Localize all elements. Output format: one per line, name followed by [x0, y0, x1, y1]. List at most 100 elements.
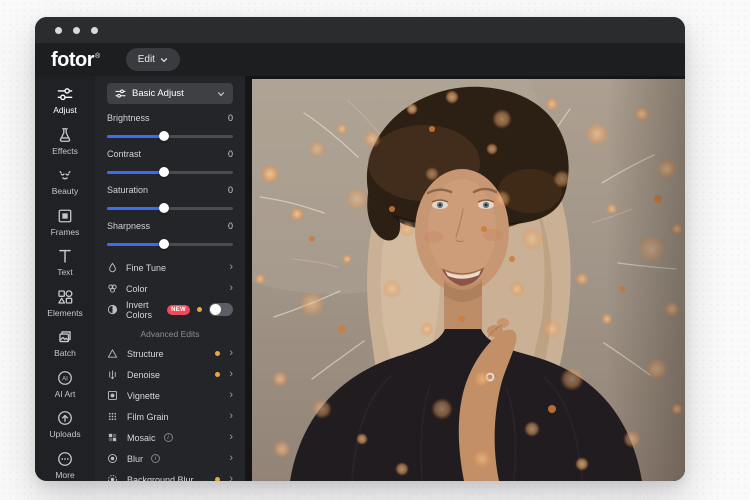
more-icon — [57, 451, 73, 467]
menu-row-label: Invert Colors — [126, 300, 153, 320]
canvas-area[interactable] — [245, 76, 685, 481]
sidebar-item-effects[interactable]: Effects — [52, 127, 78, 155]
basic-adjust-accordion-header[interactable]: Basic Adjust — [107, 83, 233, 104]
accordion-title: Basic Adjust — [132, 88, 184, 99]
effects-flask-icon — [57, 127, 73, 143]
menu-row-label: Vignette — [127, 391, 160, 401]
menu-row-mosaic[interactable]: Mosaic i › — [107, 427, 233, 448]
chevron-right-icon: › — [229, 262, 233, 273]
brightness-slider[interactable] — [107, 131, 233, 141]
slider-thumb[interactable] — [159, 131, 169, 141]
menu-row-color[interactable]: Color › — [107, 278, 233, 299]
app-header: fotor® Edit — [35, 43, 685, 76]
sidebar-item-label: Batch — [54, 348, 76, 358]
tool-sidebar: Adjust Effects Beauty Frames Text Elemen — [35, 76, 95, 481]
menu-row-fine-tune[interactable]: Fine Tune › — [107, 257, 233, 278]
sidebar-item-more[interactable]: More — [55, 451, 74, 479]
denoise-icon — [107, 369, 118, 380]
sidebar-item-batch[interactable]: Batch — [54, 329, 76, 357]
batch-icon — [57, 329, 73, 345]
slider-group-brightness: Brightness0 — [107, 112, 233, 141]
menu-row-label: Denoise — [127, 370, 160, 380]
slider-label: Brightness — [107, 113, 150, 123]
sidebar-item-label: AI Art — [55, 389, 76, 399]
slider-thumb[interactable] — [159, 203, 169, 213]
menu-row-label: Mosaic — [127, 433, 156, 443]
menu-row-vignette[interactable]: Vignette › — [107, 385, 233, 406]
section-label-advanced-edits: Advanced Edits — [107, 329, 233, 340]
traffic-light-dot[interactable] — [55, 27, 62, 34]
film-grain-icon — [107, 411, 118, 422]
sidebar-item-label: Elements — [47, 308, 82, 318]
portrait-photo-svg — [252, 79, 685, 481]
edit-menu-label: Edit — [138, 54, 155, 65]
menu-row-background-blur[interactable]: Background Blur › — [107, 469, 233, 481]
sharpness-slider[interactable] — [107, 239, 233, 249]
sidebar-item-label: Adjust — [53, 105, 77, 115]
chevron-right-icon: › — [229, 474, 233, 481]
sidebar-item-uploads[interactable]: Uploads — [49, 410, 80, 438]
slider-group-saturation: Saturation 0 — [107, 184, 233, 213]
frames-icon — [57, 208, 73, 224]
slider-thumb[interactable] — [159, 167, 169, 177]
background-blur-icon — [107, 474, 118, 481]
beauty-face-icon — [57, 167, 73, 183]
traffic-light-dot[interactable] — [91, 27, 98, 34]
chevron-right-icon: › — [229, 348, 233, 359]
slider-value: 0 — [228, 185, 233, 195]
new-badge: NEW — [167, 305, 190, 315]
edit-menu-button[interactable]: Edit — [126, 48, 180, 71]
info-icon[interactable]: i — [164, 433, 173, 442]
sidebar-item-text[interactable]: Text — [57, 248, 73, 276]
slider-label: Saturation — [107, 185, 148, 195]
saturation-slider[interactable] — [107, 203, 233, 213]
sidebar-item-elements[interactable]: Elements — [47, 289, 82, 317]
slider-label: Sharpness — [107, 221, 150, 231]
structure-triangle-icon — [107, 348, 118, 359]
slider-group-sharpness: Sharpness0 — [107, 220, 233, 249]
sidebar-item-ai-art[interactable]: AI AI Art — [55, 370, 76, 398]
yellow-indicator-dot — [215, 351, 220, 356]
vignette-icon — [107, 390, 118, 401]
sidebar-item-adjust[interactable]: Adjust — [53, 86, 77, 114]
fotor-logo[interactable]: fotor® — [51, 50, 100, 70]
sidebar-item-frames[interactable]: Frames — [51, 208, 80, 236]
sidebar-item-label: More — [55, 470, 74, 480]
advanced-edits-list: Structure › Denoise › Vignette › — [107, 343, 233, 481]
info-icon[interactable]: i — [151, 454, 160, 463]
registered-mark: ® — [95, 53, 100, 60]
slider-thumb[interactable] — [159, 239, 169, 249]
sidebar-item-label: Frames — [51, 227, 80, 237]
window-body: Adjust Effects Beauty Frames Text Elemen — [35, 76, 685, 481]
blur-icon — [107, 453, 118, 464]
menu-row-denoise[interactable]: Denoise › — [107, 364, 233, 385]
invert-contrast-icon — [107, 304, 118, 315]
toggle-knob — [210, 304, 221, 315]
contrast-slider[interactable] — [107, 167, 233, 177]
logo-text: fotor — [51, 49, 94, 71]
sidebar-item-beauty[interactable]: Beauty — [52, 167, 78, 195]
uploads-icon — [57, 410, 73, 426]
chevron-right-icon: › — [229, 369, 233, 380]
chevron-right-icon: › — [229, 390, 233, 401]
menu-row-label: Film Grain — [127, 412, 169, 422]
yellow-indicator-dot — [215, 372, 220, 377]
traffic-light-dot[interactable] — [73, 27, 80, 34]
menu-row-label: Blur — [127, 454, 143, 464]
mosaic-icon — [107, 432, 118, 443]
edited-photo — [252, 79, 685, 481]
chevron-right-icon: › — [229, 283, 233, 294]
ai-art-icon: AI — [57, 370, 73, 386]
menu-row-invert-colors[interactable]: Invert Colors NEW — [107, 299, 233, 320]
menu-row-structure[interactable]: Structure › — [107, 343, 233, 364]
droplet-icon — [107, 262, 118, 273]
adjust-sliders-icon — [57, 86, 73, 102]
invert-colors-toggle[interactable] — [209, 303, 233, 316]
menu-row-label: Background Blur — [127, 475, 194, 482]
sidebar-item-label: Uploads — [49, 429, 80, 439]
sliders-icon — [115, 88, 126, 99]
color-palette-icon — [107, 283, 118, 294]
menu-row-blur[interactable]: Blur i › — [107, 448, 233, 469]
menu-row-film-grain[interactable]: Film Grain › — [107, 406, 233, 427]
svg-text:AI: AI — [62, 375, 68, 382]
